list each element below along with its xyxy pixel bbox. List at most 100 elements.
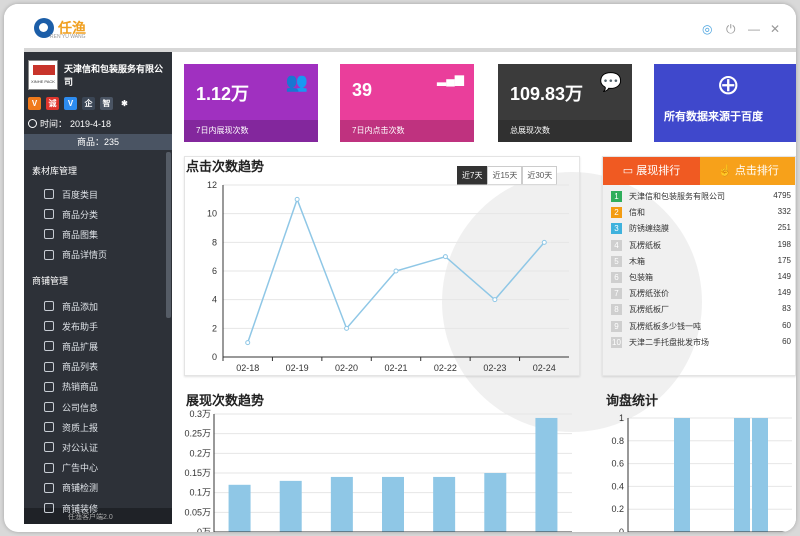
sidebar-item[interactable]: 商铺检测 xyxy=(44,480,98,496)
x-tick-label: 02-24 xyxy=(533,363,556,373)
menu-item-icon xyxy=(44,482,54,493)
rank-row[interactable]: 7 瓦楞纸张价 149 xyxy=(611,286,791,302)
sidebar-item-label: 公司信息 xyxy=(62,402,99,413)
sidebar-item-label: 广告中心 xyxy=(62,463,99,474)
x-tick-label: 02-19 xyxy=(286,363,309,373)
stat-card-value: 所有数据来源于百度 xyxy=(664,111,763,123)
rank-value: 4795 xyxy=(773,191,791,200)
y-tick-label: 0.2 xyxy=(611,504,624,514)
x-tick-label: 02-21 xyxy=(384,363,407,373)
impression-bar xyxy=(484,473,507,532)
y-tick-label: 0.15万 xyxy=(184,468,211,478)
y-tick-label: 2 xyxy=(212,323,217,333)
rank-number: 5 xyxy=(611,255,622,267)
sidebar-item[interactable]: 商品扩展 xyxy=(44,338,98,354)
sidebar-item[interactable]: 商品详情页 xyxy=(44,247,107,263)
sidebar-item-label: 商铺装修 xyxy=(62,503,99,514)
rank-value: 60 xyxy=(782,336,791,346)
sidebar-item[interactable]: 广告中心 xyxy=(44,460,98,476)
app-window: 任渔 REN YU WANG ◎ ⏻ — ✕ XINHE PACK 天津信和包装… xyxy=(4,4,796,532)
users-icon: 👥 xyxy=(285,72,308,92)
impression-bar xyxy=(382,476,404,532)
sidebar-item[interactable]: 热销商品 xyxy=(44,379,98,395)
badge-icon: 智 xyxy=(100,97,113,110)
rank-number: 10 xyxy=(611,336,622,348)
stat-card-label: 7日内点击次数 xyxy=(340,120,474,142)
sidebar-item[interactable]: 商品分类 xyxy=(44,206,98,222)
menu-item-icon xyxy=(44,361,54,372)
sidebar-item[interactable]: 对公认证 xyxy=(44,439,98,455)
badge-row: V 诚 V 企智 ✱ xyxy=(28,97,131,110)
x-tick-label: 02-18 xyxy=(236,363,259,373)
stat-card: 109.83万 总展现次数 💬 xyxy=(498,64,632,142)
rank-value: 251 xyxy=(777,223,791,233)
rank-keyword: 瓦楞纸板厂 xyxy=(629,305,669,315)
sidebar-item-label: 百度类目 xyxy=(62,189,99,200)
sidebar-scrollbar[interactable] xyxy=(166,152,171,318)
rank-number: 1 xyxy=(611,191,622,202)
y-tick-label: 0.8 xyxy=(611,436,624,446)
click-data-point xyxy=(344,325,350,331)
inquiry-bar xyxy=(674,418,690,532)
sidebar-item[interactable]: 公司信息 xyxy=(44,399,98,415)
x-tick-label: 02-22 xyxy=(434,363,457,373)
globe-icon: ⊕ xyxy=(716,69,740,100)
sidebar-item[interactable]: 资质上报 xyxy=(44,419,98,435)
sidebar-item[interactable]: 商品添加 xyxy=(44,298,98,314)
rank-row[interactable]: 5 木箱 175 xyxy=(611,254,791,270)
impression-bar xyxy=(330,476,353,532)
x-tick-label: 02-23 xyxy=(483,363,506,373)
sidebar-item[interactable]: 商品列表 xyxy=(44,359,98,375)
impression-bar xyxy=(535,417,558,532)
sidebar-item-label: 商品列表 xyxy=(62,362,99,373)
sidebar-item[interactable]: 发布助手 xyxy=(44,318,98,334)
rank-row[interactable]: 1 天津信和包装服务有限公司 4795 xyxy=(611,189,791,205)
menu-item-icon xyxy=(44,462,54,473)
rank-keyword: 瓦楞纸张价 xyxy=(629,289,669,299)
sidebar-item[interactable]: 商品图集 xyxy=(44,226,98,242)
y-tick-label: 0.25万 xyxy=(184,429,211,439)
settings-icon[interactable]: ◎ xyxy=(702,22,712,36)
stat-card-label: 总展现次数 xyxy=(498,120,632,142)
inquiry-bar xyxy=(734,418,750,532)
rank-row[interactable]: 6 包装箱 149 xyxy=(611,270,791,286)
sidebar-item-label: 商品详情页 xyxy=(62,250,108,261)
company-logo: XINHE PACK xyxy=(28,60,58,90)
sidebar-item-label: 热销商品 xyxy=(62,382,99,393)
inquiry-panel: 00.20.40.60.8102-1802-2002-2202-24 xyxy=(604,390,796,532)
rank-row[interactable]: 8 瓦楞纸板厂 83 xyxy=(611,302,791,318)
click-trend-panel: 近7天 近15天 近30天 0 2 4 6 8 10 12 02-18 02-19 02-20 02-2… xyxy=(184,156,580,376)
y-tick-label: 4 xyxy=(212,295,217,305)
rank-row[interactable]: 4 瓦楞纸板 198 xyxy=(611,238,791,254)
sidebar-item[interactable]: 商铺装修 xyxy=(44,500,98,516)
rank-row[interactable]: 2 信和 332 xyxy=(611,205,791,221)
minimize-icon[interactable]: — xyxy=(748,22,760,36)
sidebar-item-label: 对公认证 xyxy=(62,442,99,453)
badge-icon: ✱ xyxy=(118,97,131,110)
rank-number: 4 xyxy=(611,239,622,251)
signal-icon: ▂▄▆ xyxy=(437,72,464,86)
y-tick-label: 0 xyxy=(212,352,217,362)
y-tick-label: 0.1万 xyxy=(189,488,211,498)
click-data-point xyxy=(442,254,448,260)
impression-bar xyxy=(279,480,302,532)
tab-click-rank[interactable]: ☝ 点击排行 xyxy=(700,157,795,185)
tab-impression-label: 展现排行 xyxy=(636,165,681,177)
stat-card: 所有数据来源于百度 ⊕ xyxy=(654,64,796,142)
rank-keyword: 信和 xyxy=(629,208,645,218)
badge-icon: V xyxy=(64,97,77,110)
y-tick-label: 0.2万 xyxy=(189,448,211,458)
rank-row[interactable]: 9 瓦楞纸板多少钱一吨 60 xyxy=(611,319,791,335)
power-icon[interactable]: ⏻ xyxy=(726,22,736,37)
rank-keyword: 瓦楞纸板多少钱一吨 xyxy=(629,321,701,331)
close-icon[interactable]: ✕ xyxy=(770,22,780,36)
click-data-point xyxy=(393,268,399,274)
monitor-icon: ▭ xyxy=(622,165,637,177)
rank-row[interactable]: 3 防锈缠绕膜 251 xyxy=(611,221,791,237)
badge-icon: V xyxy=(28,97,41,110)
sidebar-item[interactable]: 百度类目 xyxy=(44,186,98,202)
y-tick-label: 0 xyxy=(619,527,624,532)
sidebar-item-label: 商品添加 xyxy=(62,301,99,312)
rank-row[interactable]: 10 天津二手托盘批发市场 60 xyxy=(611,335,791,351)
tab-impression-rank[interactable]: ▭ 展现排行 xyxy=(603,157,700,185)
